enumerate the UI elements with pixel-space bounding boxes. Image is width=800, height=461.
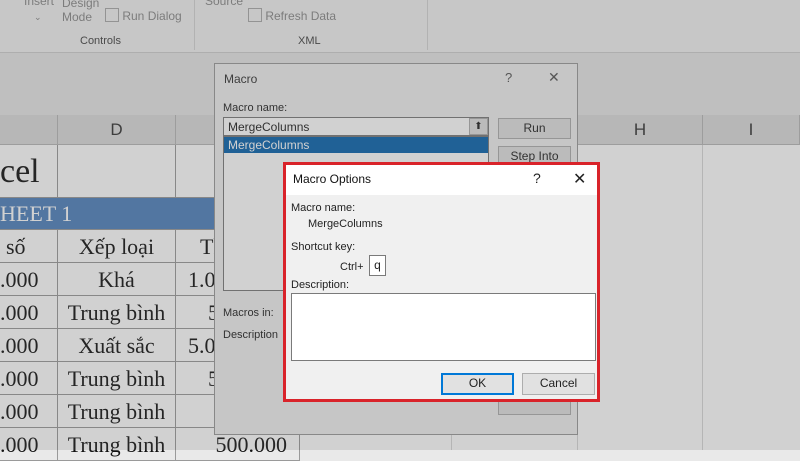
- shortcut-key-input[interactable]: q: [369, 255, 386, 276]
- ctrl-prefix: Ctrl+: [340, 261, 364, 273]
- close-icon[interactable]: ✕: [573, 169, 586, 189]
- shortcut-key-label: Shortcut key:: [291, 241, 356, 253]
- help-icon[interactable]: ?: [533, 170, 541, 186]
- macro-options-title: Macro Options: [293, 172, 372, 186]
- macro-options-dialog: Macro Options ? ✕ Macro name: MergeColum…: [283, 162, 600, 402]
- macro-name-value: MergeColumns: [308, 218, 383, 230]
- macro-name-label: Macro name:: [291, 202, 356, 214]
- ok-button[interactable]: OK: [441, 373, 514, 395]
- description-textarea[interactable]: [291, 293, 596, 361]
- cancel-button[interactable]: Cancel: [522, 373, 595, 395]
- description-label: Description:: [291, 279, 350, 291]
- shortcut-key-value: q: [374, 258, 381, 272]
